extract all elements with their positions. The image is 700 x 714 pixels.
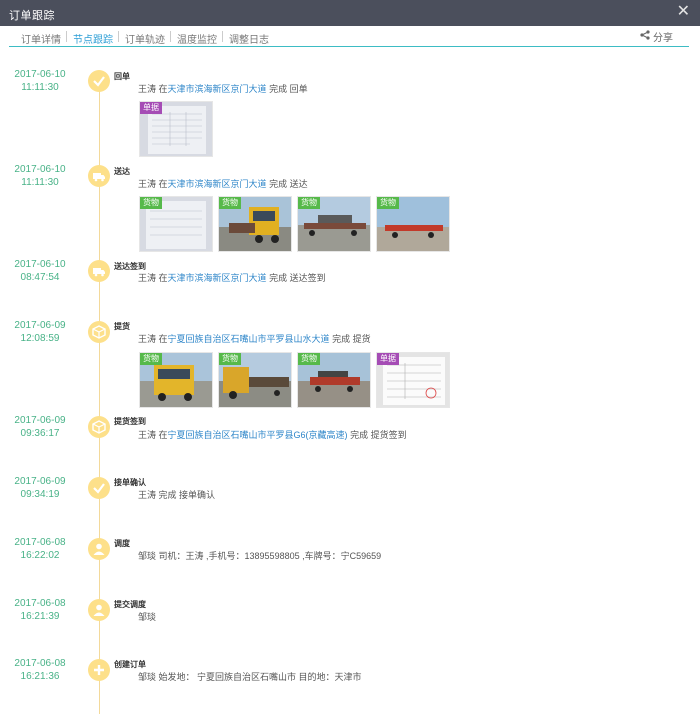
node-description: 王涛 在宁夏回族自治区石嘴山市平罗县山水大道 完成 提货 (138, 334, 371, 344)
node-datetime: 2017-06-09 12:08:59 (14, 320, 66, 344)
node-datetime: 2017-06-10 11:11:30 (10, 163, 70, 189)
plus-icon (94, 665, 104, 675)
node-time: 11:11:30 (21, 82, 59, 93)
node-label: 创建订单 (114, 660, 146, 669)
photo-thumbnail[interactable]: 单据 (139, 101, 213, 157)
node-time: 11:11:30 (21, 177, 59, 188)
node-marker (88, 260, 110, 282)
photo-thumbnail[interactable]: 单据 (376, 352, 450, 408)
node-location[interactable]: 宁夏回族自治区石嘴山市平罗县G6(京藏高速) (168, 430, 348, 440)
box-icon (92, 325, 106, 339)
node-location[interactable]: 天津市滨海新区京门大道 (168, 84, 267, 94)
truck-icon (93, 268, 105, 277)
node-marker (88, 599, 110, 621)
node-datetime: 2017-06-10 11:11:30 (10, 68, 70, 94)
tab-divider (222, 31, 223, 42)
node-label: 调度 (114, 539, 130, 548)
node-location[interactable]: 宁夏回族自治区石嘴山市平罗县山水大道 (168, 334, 330, 344)
node-description: 王涛 完成 接单确认 (138, 490, 216, 500)
photo-badge: 单据 (377, 353, 399, 365)
photo-badge: 货物 (140, 353, 162, 365)
node-location[interactable]: 天津市滨海新区京门大道 (168, 273, 267, 283)
node-description: 邹琰 (138, 612, 157, 622)
title-bar: 订单跟踪 ✕ (0, 0, 700, 26)
tab-order-detail[interactable]: 订单详情 (21, 31, 61, 46)
tab-adjust-log[interactable]: 调整日志 (229, 31, 269, 46)
tab-order-track[interactable]: 订单轨迹 (125, 31, 165, 46)
node-marker (88, 165, 110, 187)
photo-badge: 货物 (140, 197, 162, 209)
node-marker (88, 477, 110, 499)
node-marker (88, 538, 110, 560)
photo-thumbnail[interactable]: 货物 (139, 352, 213, 408)
node-description: 王涛 在天津市滨海新区京门大道 完成 送达签到 (138, 273, 326, 283)
node-label: 接单确认 (114, 478, 146, 487)
tab-node-tracking[interactable]: 节点跟踪 (73, 31, 113, 46)
node-datetime: 2017-06-09 09:34:19 (14, 476, 66, 500)
tab-underline (9, 46, 689, 47)
node-label: 提货 (114, 322, 130, 331)
node-datetime: 2017-06-10 08:47:54 (14, 259, 66, 283)
share-button[interactable]: 分享 (640, 29, 673, 44)
photo-badge: 货物 (298, 353, 320, 365)
photo-thumbnail[interactable]: 货物 (139, 196, 213, 252)
close-icon[interactable]: ✕ (677, 3, 690, 21)
truck-icon (93, 173, 105, 182)
node-date: 2017-06-10 (14, 69, 66, 80)
photo-thumbnail[interactable]: 货物 (297, 352, 371, 408)
dispatcher-icon (93, 543, 105, 555)
tab-temperature[interactable]: 温度监控 (177, 31, 217, 46)
node-action: 完成 回单 (269, 84, 308, 94)
share-label: 分享 (653, 33, 673, 44)
node-description: 王涛 在宁夏回族自治区石嘴山市平罗县G6(京藏高速) 完成 提货签到 (138, 430, 407, 440)
share-icon (640, 30, 650, 40)
box-icon (92, 420, 106, 434)
tab-divider (66, 31, 67, 42)
node-label: 提交调度 (114, 600, 146, 609)
node-datetime: 2017-06-08 16:21:39 (14, 598, 66, 622)
node-label: 送达 (114, 167, 130, 176)
window-title: 订单跟踪 (9, 10, 55, 22)
node-label: 回单 (114, 72, 130, 81)
node-label: 提货签到 (114, 417, 146, 426)
photo-badge: 货物 (377, 197, 399, 209)
photo-badge: 货物 (219, 197, 241, 209)
photo-thumbnail[interactable]: 货物 (376, 196, 450, 252)
node-datetime: 2017-06-08 16:21:36 (14, 658, 66, 682)
node-location[interactable]: 天津市滨海新区京门大道 (168, 179, 267, 189)
photo-badge: 单据 (140, 102, 162, 114)
check-icon (93, 76, 105, 87)
node-description: 邹琰 司机：王涛 ,手机号：13895598805 ,车牌号：宁C59659 (138, 551, 382, 561)
photo-badge: 货物 (298, 197, 320, 209)
photo-thumbnail[interactable]: 货物 (218, 352, 292, 408)
node-marker (88, 416, 110, 438)
tab-divider (170, 31, 171, 42)
node-marker (88, 321, 110, 343)
node-marker (88, 70, 110, 92)
photo-thumbnail[interactable]: 货物 (297, 196, 371, 252)
node-description: 邹琰 始发地： 宁夏回族自治区石嘴山市 目的地：天津市 (138, 672, 362, 682)
tab-bar: 订单详情 节点跟踪 订单轨迹 温度监控 调整日志 分享 (0, 26, 700, 48)
photo-badge: 货物 (219, 353, 241, 365)
node-description: 王涛 在天津市滨海新区京门大道 完成 送达 (138, 179, 308, 189)
node-person: 王涛 (138, 84, 157, 94)
node-datetime: 2017-06-08 16:22:02 (14, 537, 66, 561)
node-datetime: 2017-06-09 09:36:17 (14, 415, 66, 439)
dispatcher-icon (93, 604, 105, 616)
check-icon (93, 483, 105, 494)
node-description: 王涛 在天津市滨海新区京门大道 完成 回单 (138, 84, 308, 94)
photo-thumbnail[interactable]: 货物 (218, 196, 292, 252)
node-date: 2017-06-10 (14, 164, 66, 175)
node-marker (88, 659, 110, 681)
tab-divider (118, 31, 119, 42)
